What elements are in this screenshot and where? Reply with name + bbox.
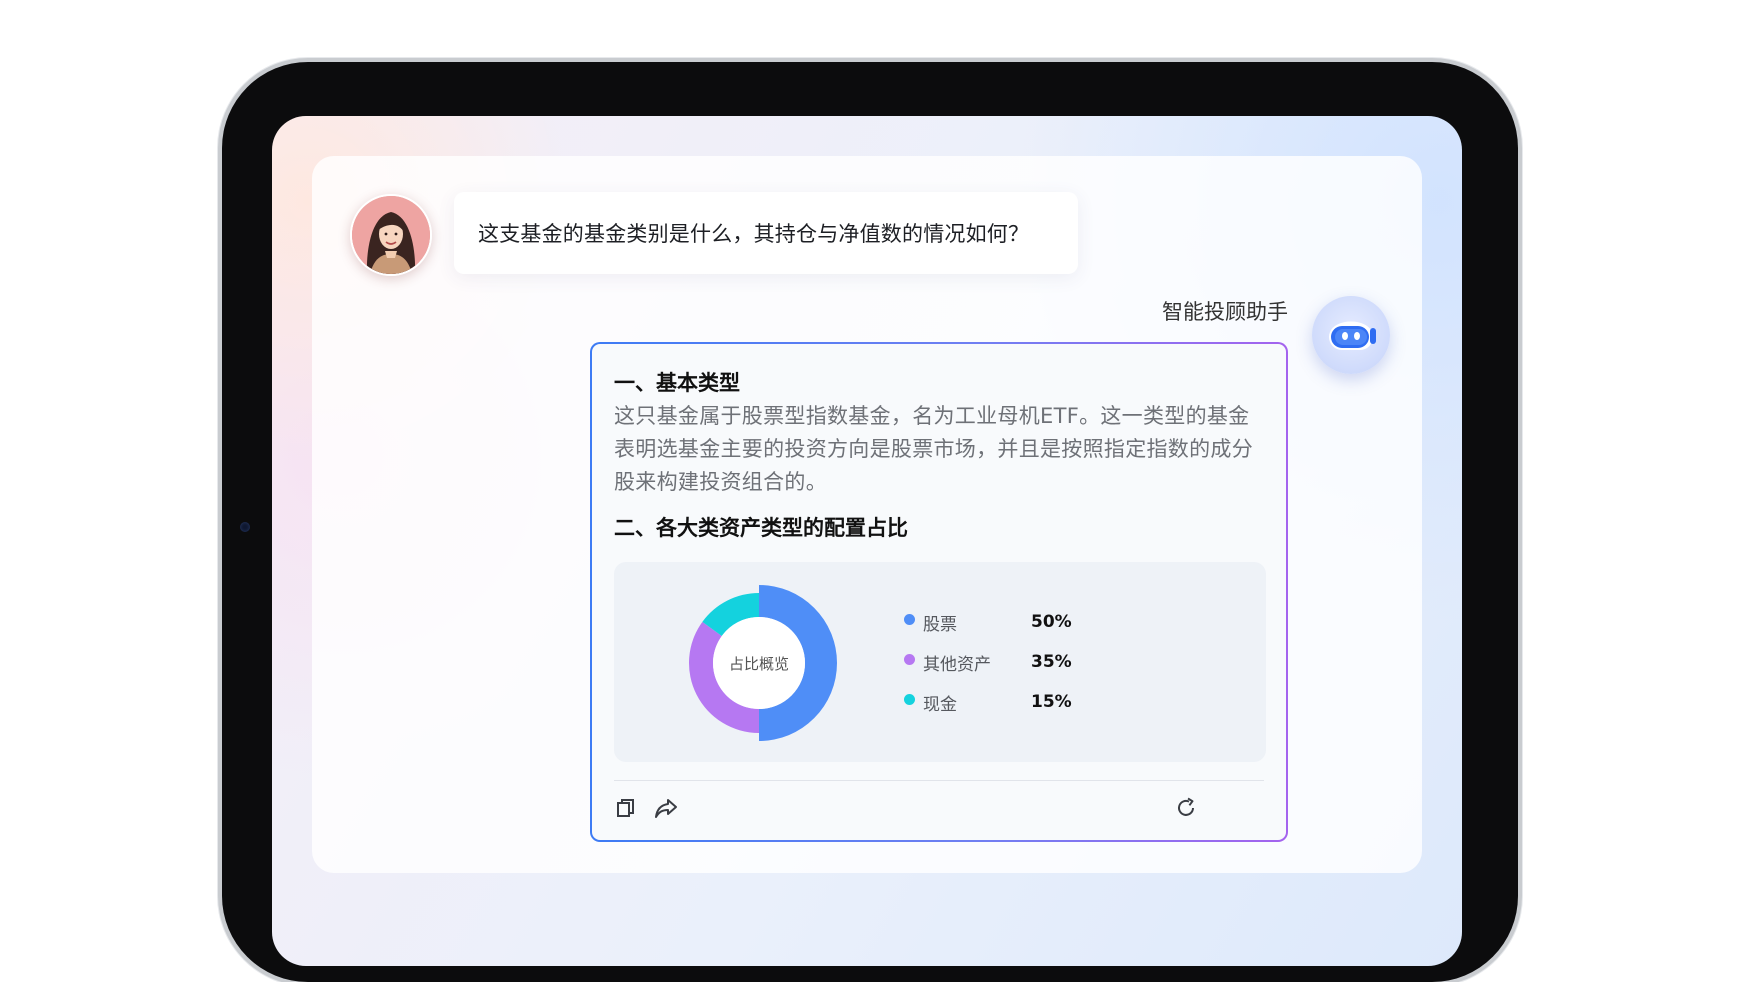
section1-body: 这只基金属于股票型指数基金，名为工业母机ETF。这一类型的基金表明选基金主要的投… — [614, 404, 1253, 494]
chat-panel: 这支基金的基金类别是什么，其持仓与净值数的情况如何？ 智能投顾助手 一、基本类型 — [312, 156, 1422, 873]
share-icon[interactable] — [652, 794, 680, 822]
legend-label: 现金 — [923, 694, 957, 715]
donut-chart: 占比概览 — [689, 585, 837, 741]
legend-dot — [904, 653, 915, 665]
tablet-frame: 这支基金的基金类别是什么，其持仓与净值数的情况如何？ 智能投顾助手 一、基本类型 — [222, 62, 1518, 982]
legend-label: 股票 — [923, 614, 957, 635]
camera-dot — [240, 522, 250, 532]
assistant-answer-card: 一、基本类型 这只基金属于股票型指数基金，名为工业母机ETF。这一类型的基金表明… — [590, 342, 1288, 842]
legend-value: 35% — [1031, 652, 1072, 672]
copy-icon[interactable] — [612, 794, 640, 822]
refresh-icon[interactable] — [1172, 794, 1200, 822]
tablet-screen: 这支基金的基金类别是什么，其持仓与净值数的情况如何？ 智能投顾助手 一、基本类型 — [272, 116, 1462, 966]
legend-dot — [904, 613, 915, 625]
legend-label: 其他资产 — [923, 654, 991, 675]
legend-value: 15% — [1031, 692, 1072, 712]
toolbar-divider — [614, 780, 1264, 781]
legend-item: 其他资产 35% — [904, 642, 1072, 682]
legend-item: 股票 50% — [904, 602, 1072, 642]
allocation-chart: 占比概览 股票 50% 其他资产 35% 现金 15% — [614, 562, 1266, 762]
donut-center-label: 占比概览 — [729, 655, 789, 673]
user-message-text: 这支基金的基金类别是什么，其持仓与净值数的情况如何？ — [478, 222, 1030, 246]
legend-value: 50% — [1031, 612, 1072, 632]
user-message-bubble: 这支基金的基金类别是什么，其持仓与净值数的情况如何？ — [454, 192, 1078, 274]
chart-legend: 股票 50% 其他资产 35% 现金 15% — [904, 602, 1072, 722]
section2-title: 二、各大类资产类型的配置占比 — [614, 516, 908, 540]
user-avatar — [350, 194, 432, 276]
assistant-name: 智能投顾助手 — [1162, 300, 1288, 324]
legend-dot — [904, 693, 915, 705]
assistant-avatar-icon — [1312, 296, 1390, 374]
legend-item: 现金 15% — [904, 682, 1072, 722]
section1-title: 一、基本类型 — [614, 371, 740, 395]
